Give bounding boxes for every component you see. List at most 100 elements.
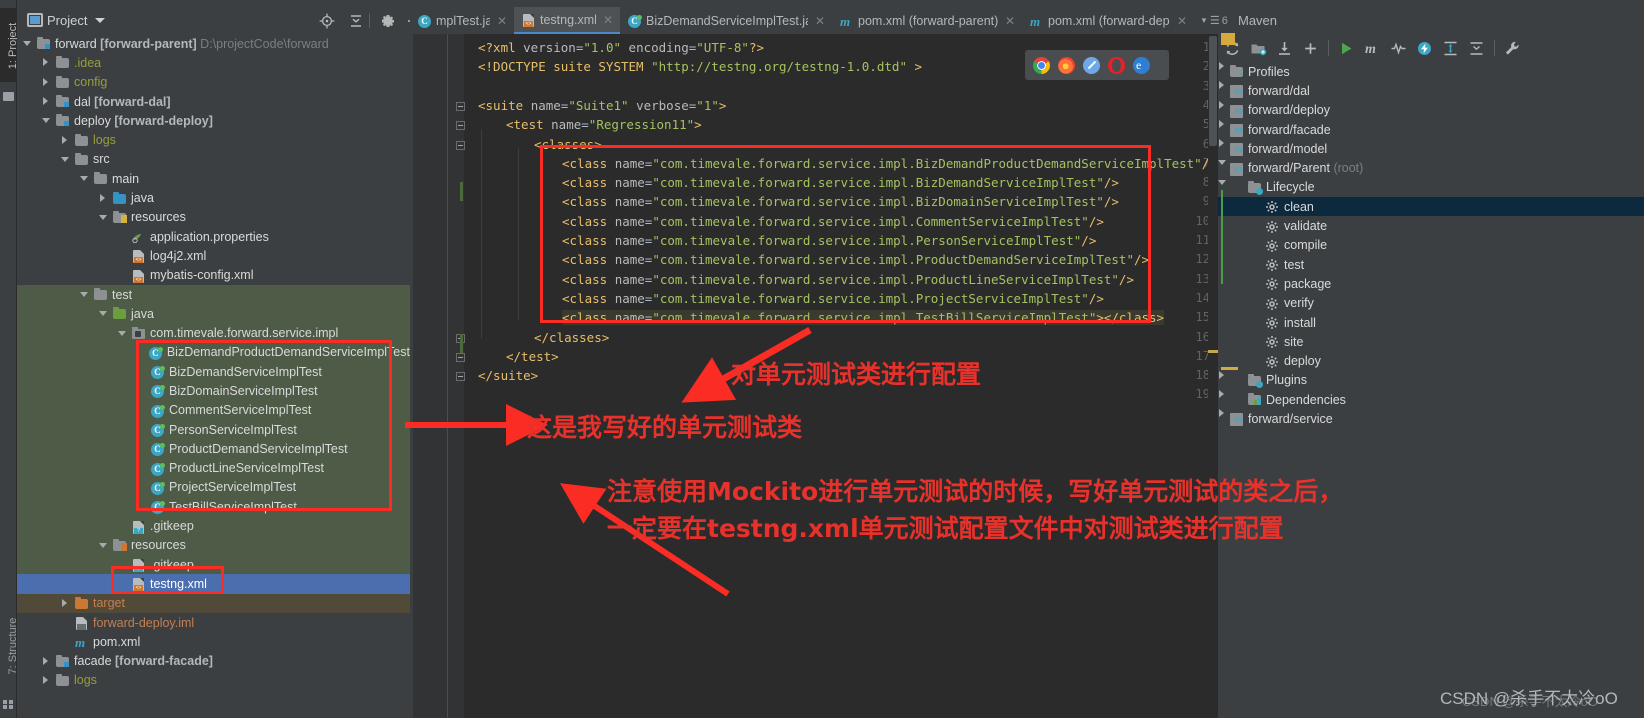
- maven-tree-item[interactable]: forward/service: [1218, 409, 1644, 428]
- chevron-down-icon[interactable]: [95, 18, 106, 23]
- maven-tree-item[interactable]: forward/Parent (root): [1218, 158, 1644, 177]
- maven-tree-item[interactable]: test: [1218, 255, 1644, 274]
- expand-all-icon[interactable]: [1442, 40, 1459, 57]
- maven-tree-item[interactable]: site: [1218, 332, 1644, 351]
- project-tree-item[interactable]: resources: [17, 208, 410, 227]
- toggle-skip-tests-icon[interactable]: [1390, 40, 1407, 57]
- project-tree-item[interactable]: logs: [17, 130, 410, 149]
- maven-tree-item[interactable]: forward/deploy: [1218, 101, 1644, 120]
- add-maven-project-icon[interactable]: [1302, 40, 1319, 57]
- editor-tab-bar[interactable]: CmplTest.java ✕ <> testng.xml ✕ C BizDemandSer…: [410, 7, 1644, 34]
- project-tree-item[interactable]: C CommentServiceImplTest: [17, 400, 410, 420]
- project-tree-item[interactable]: <> log4j2.xml: [17, 246, 410, 265]
- code-line[interactable]: <class name="com.timevale.forward.servic…: [562, 291, 1104, 306]
- tree-twisty-open[interactable]: [80, 290, 89, 299]
- hamburger-icon[interactable]: ☰: [1210, 14, 1220, 27]
- chrome-icon[interactable]: [1033, 56, 1050, 74]
- project-tree-item[interactable]: m pom.xml: [17, 632, 410, 651]
- project-tree-item[interactable]: resources: [17, 535, 410, 556]
- code-line[interactable]: <classes>: [534, 137, 602, 152]
- project-tree-item[interactable]: ? .gitkeep: [17, 516, 410, 536]
- editor-tab[interactable]: CmplTest.java ✕: [410, 7, 514, 34]
- code-line[interactable]: </test>: [506, 349, 559, 364]
- close-icon[interactable]: ✕: [815, 14, 825, 28]
- maven-tool-window-title[interactable]: Maven: [1228, 7, 1277, 34]
- project-tree-item[interactable]: forward [forward-parent] D:\projectCode\…: [17, 34, 410, 53]
- run-icon[interactable]: [1338, 40, 1355, 57]
- tree-twisty-closed[interactable]: [61, 598, 70, 608]
- maven-tree-item[interactable]: ✓ Profiles: [1218, 62, 1644, 81]
- code-line[interactable]: <class name="com.timevale.forward.servic…: [562, 310, 1165, 326]
- project-tree-item[interactable]: C PersonServiceImplTest: [17, 419, 410, 440]
- code-line[interactable]: <test name="Regression11">: [506, 117, 702, 132]
- locate-icon[interactable]: [319, 13, 335, 29]
- collapse-all-icon[interactable]: [1468, 40, 1485, 57]
- tree-twisty-open[interactable]: [99, 213, 108, 222]
- collapse-all-icon[interactable]: [348, 13, 364, 29]
- project-tree-item[interactable]: deploy [forward-deploy]: [17, 111, 410, 130]
- project-tree-item[interactable]: java: [17, 188, 410, 207]
- project-tree-item[interactable]: .idea: [17, 53, 410, 72]
- project-tree-item[interactable]: config: [17, 73, 410, 92]
- editor-error-stripe[interactable]: [1208, 34, 1218, 718]
- code-line[interactable]: <!DOCTYPE suite SYSTEM "http://testng.or…: [478, 59, 922, 74]
- maven-tree-item[interactable]: Plugins: [1218, 371, 1644, 390]
- editor-tab[interactable]: C BizDemandServiceImplTest.java ✕: [620, 7, 832, 34]
- code-line[interactable]: </suite>: [478, 368, 538, 383]
- execute-maven-goal-icon[interactable]: m: [1364, 40, 1381, 57]
- project-tree-item[interactable]: com.timevale.forward.service.impl: [17, 323, 410, 343]
- tree-twisty-closed[interactable]: [42, 675, 51, 685]
- maven-tree-item[interactable]: clean: [1218, 197, 1644, 217]
- code-line[interactable]: <?xml version="1.0" encoding="UTF-8"?>: [478, 40, 764, 55]
- firefox-icon[interactable]: [1058, 56, 1075, 74]
- project-tree-item[interactable]: java: [17, 304, 410, 324]
- settings-wrench-icon[interactable]: [1504, 40, 1521, 57]
- tree-twisty-open[interactable]: [99, 309, 108, 318]
- code-line[interactable]: <suite name="Suite1" verbose="1">: [478, 98, 726, 113]
- code-line[interactable]: <class name="com.timevale.forward.servic…: [562, 214, 1104, 229]
- maven-tree-item[interactable]: install: [1218, 313, 1644, 332]
- project-tree-item[interactable]: dal [forward-dal]: [17, 92, 410, 111]
- maven-tree-item[interactable]: Dependencies: [1218, 390, 1644, 409]
- maven-tree[interactable]: ✓Profiles forward/dal forward/deploy forwar…: [1218, 62, 1644, 718]
- project-tree-item[interactable]: ? .gitkeep: [17, 555, 410, 575]
- maven-tree-item[interactable]: forward/dal: [1218, 81, 1644, 100]
- tree-twisty-open[interactable]: [118, 329, 127, 338]
- maven-tree-item[interactable]: validate: [1218, 216, 1644, 235]
- tree-twisty-closed[interactable]: [61, 135, 70, 145]
- project-tree-item[interactable]: src: [17, 150, 410, 169]
- code-line[interactable]: <class name="com.timevale.forward.servic…: [562, 252, 1149, 267]
- project-tree-item[interactable]: C TestBillServiceImplTest: [17, 497, 410, 517]
- project-tree-item[interactable]: application.properties: [17, 227, 410, 246]
- editor-scrollbar-thumb[interactable]: [1209, 36, 1217, 146]
- tree-twisty-closed[interactable]: [42, 656, 51, 666]
- tree-twisty-closed[interactable]: [42, 77, 51, 87]
- tree-twisty-open[interactable]: [80, 174, 89, 183]
- maven-tree-item[interactable]: compile: [1218, 236, 1644, 255]
- edge-icon[interactable]: e: [1133, 56, 1150, 74]
- editor-tab[interactable]: m pom.xml (forward-deplo ✕: [1022, 7, 1194, 34]
- close-icon[interactable]: ✕: [1005, 14, 1015, 28]
- toggle-offline-icon[interactable]: [1416, 40, 1433, 57]
- close-icon[interactable]: ✕: [603, 13, 613, 27]
- tree-twisty-open[interactable]: [42, 116, 51, 125]
- tree-twisty-open[interactable]: [99, 541, 108, 550]
- editor-tab[interactable]: m pom.xml (forward-parent) ✕: [832, 7, 1022, 34]
- project-tree-item[interactable]: logs: [17, 671, 410, 690]
- maven-tree-item[interactable]: verify: [1218, 294, 1644, 313]
- project-tree-item[interactable]: C BizDemandServiceImplTest: [17, 362, 410, 382]
- tree-twisty-open[interactable]: [23, 39, 32, 48]
- browser-preview-toolbar[interactable]: e: [1025, 50, 1169, 80]
- project-tree-item[interactable]: C BizDomainServiceImplTest: [17, 381, 410, 401]
- code-line[interactable]: <class name="com.timevale.forward.servic…: [562, 272, 1134, 287]
- tree-twisty-closed[interactable]: [99, 193, 108, 203]
- generate-sources-icon[interactable]: [1250, 40, 1267, 57]
- close-icon[interactable]: ✕: [1177, 14, 1187, 28]
- code-line[interactable]: <class name="com.timevale.forward.servic…: [562, 156, 1217, 171]
- project-tree-item[interactable]: C ProductLineServiceImplTest: [17, 458, 410, 478]
- project-tree-item[interactable]: main: [17, 169, 410, 188]
- project-tree-item[interactable]: C ProductDemandServiceImplTest: [17, 439, 410, 459]
- maven-tree-item[interactable]: forward/model: [1218, 139, 1644, 158]
- maven-tree-item[interactable]: package: [1218, 274, 1644, 293]
- download-sources-icon[interactable]: [1276, 40, 1293, 57]
